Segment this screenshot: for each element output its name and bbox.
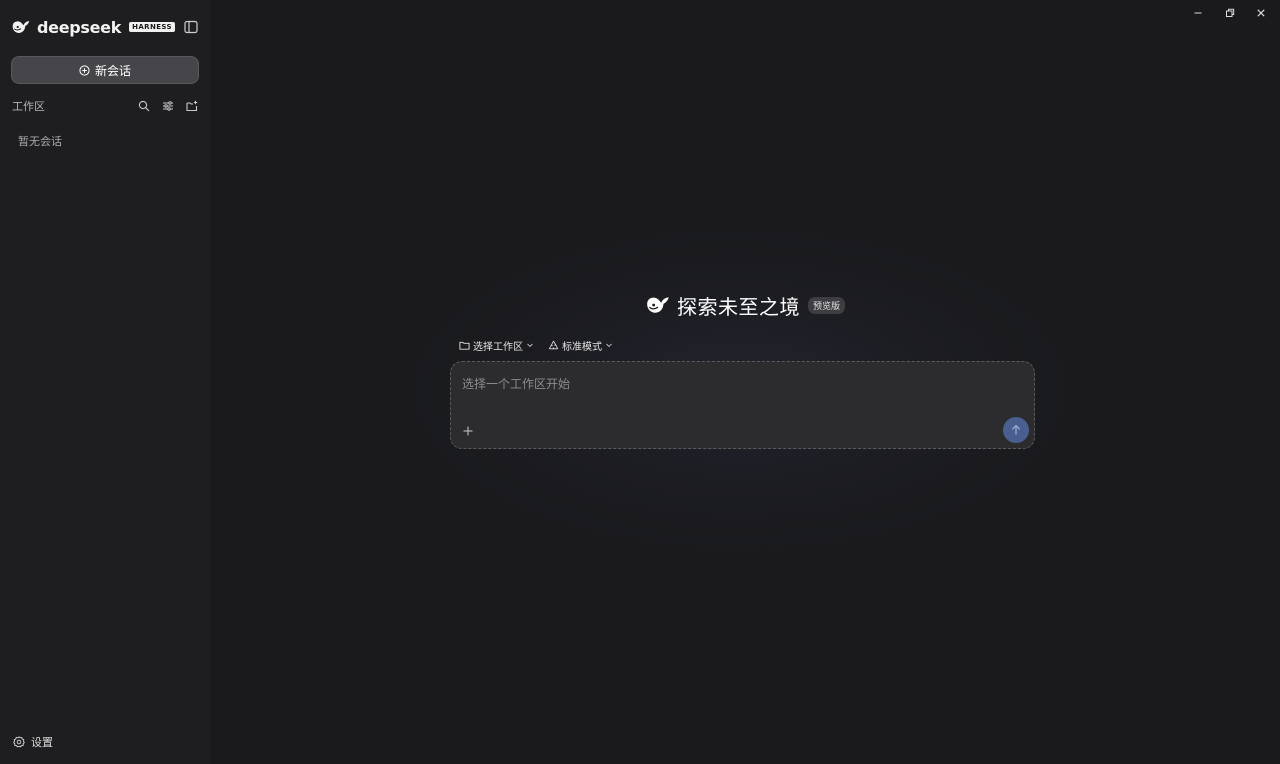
brand-badge: HARNESS — [129, 22, 175, 32]
chevron-down-icon — [606, 343, 612, 348]
sidebar-toggle-icon[interactable] — [183, 19, 199, 35]
workspace-header: 工作区 — [12, 97, 198, 115]
recycle-icon — [548, 340, 559, 349]
search-icon[interactable] — [138, 100, 150, 112]
send-button[interactable] — [1003, 417, 1029, 443]
folder-plus-icon[interactable] — [186, 100, 198, 112]
chevron-down-icon — [527, 343, 533, 348]
hero-heading: 探索未至之境 预览版 — [645, 290, 846, 320]
arrow-up-icon — [1011, 424, 1021, 435]
app-window: deepseek HARNESS 新会话 工作区 暂无会话 设置 探索未至之境 … — [0, 0, 1280, 764]
main-area: 探索未至之境 预览版 选择工作区 标准模式 — [211, 0, 1280, 764]
folder-icon — [459, 341, 470, 350]
composer-options: 选择工作区 标准模式 — [459, 337, 613, 353]
mode-select[interactable]: 标准模式 — [548, 338, 613, 353]
brand-logo: deepseek HARNESS — [11, 16, 175, 38]
whale-logo-icon — [12, 21, 30, 33]
mode-select-label: 标准模式 — [562, 341, 602, 353]
workspace-select[interactable]: 选择工作区 — [459, 338, 534, 353]
settings-label: 设置 — [31, 736, 53, 749]
empty-sessions-label: 暂无会话 — [18, 135, 62, 148]
sidebar: deepseek HARNESS 新会话 工作区 暂无会话 设置 — [0, 0, 210, 764]
brand-name: deepseek — [37, 17, 122, 37]
preview-badge: 预览版 — [808, 296, 846, 314]
new-chat-label: 新会话 — [94, 63, 131, 78]
whale-logo-icon — [647, 297, 669, 313]
sliders-icon[interactable] — [162, 100, 174, 112]
hero-title: 探索未至之境 — [677, 294, 800, 319]
plus-circle-icon — [79, 64, 90, 76]
restore-icon[interactable] — [1223, 6, 1237, 20]
gear-icon — [13, 736, 25, 748]
minimize-icon[interactable] — [1191, 6, 1205, 20]
settings-button[interactable]: 设置 — [13, 734, 53, 750]
close-icon[interactable] — [1254, 6, 1268, 20]
workspace-tools — [138, 100, 198, 112]
workspace-label: 工作区 — [12, 100, 45, 113]
workspace-select-label: 选择工作区 — [473, 341, 523, 353]
plus-icon[interactable] — [461, 424, 475, 438]
new-chat-button[interactable]: 新会话 — [11, 56, 199, 84]
message-input[interactable] — [462, 374, 1002, 394]
message-composer — [450, 361, 1035, 449]
